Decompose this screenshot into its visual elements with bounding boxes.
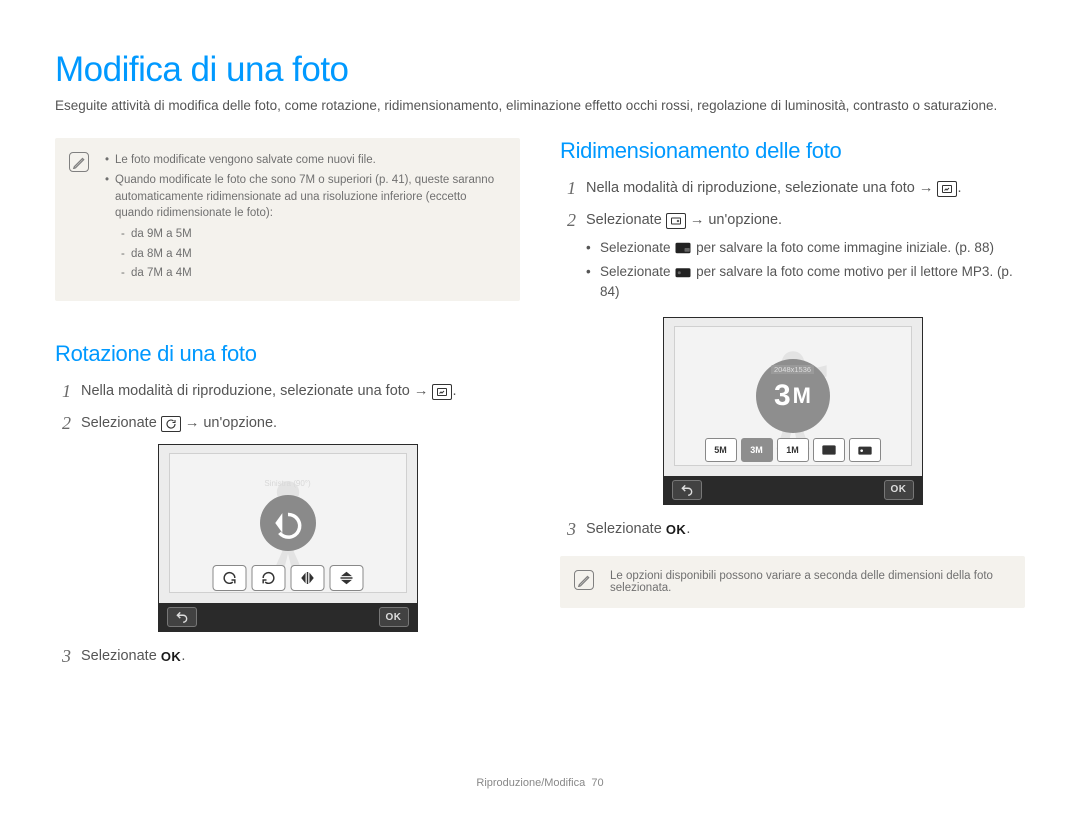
edit-icon bbox=[432, 384, 452, 400]
page-footer: Riproduzione/Modifica 70 bbox=[0, 777, 1080, 789]
note-item: Le foto modificate vengono salvate come … bbox=[105, 152, 504, 169]
flip-vertical-button[interactable] bbox=[329, 565, 363, 591]
step-number: 3 bbox=[55, 646, 71, 668]
ok-button[interactable]: OK bbox=[884, 480, 914, 500]
note-subitem: da 9M a 5M bbox=[115, 226, 504, 243]
rotate-preview-badge: Sinistra (90°) bbox=[260, 495, 316, 551]
startup-image-icon bbox=[674, 241, 692, 255]
rotate-icon bbox=[161, 416, 181, 432]
step-number: 3 bbox=[560, 519, 576, 541]
ok-icon: OK bbox=[161, 647, 182, 667]
resize-icon bbox=[666, 213, 686, 229]
intro-text: Eseguite attività di modifica delle foto… bbox=[55, 96, 1025, 116]
flip-horizontal-button[interactable] bbox=[290, 565, 324, 591]
edit-icon bbox=[937, 181, 957, 197]
sub-item: Selezionate per salvare la foto come imm… bbox=[586, 238, 1025, 258]
resize-option-1m[interactable]: 1M bbox=[777, 438, 809, 462]
resize-heading: Ridimensionamento delle foto bbox=[560, 138, 1025, 164]
resize-option-3m[interactable]: 3M bbox=[741, 438, 773, 462]
bottom-note-box: Le opzioni disponibili possono variare a… bbox=[560, 556, 1025, 608]
step-number: 1 bbox=[560, 178, 576, 200]
back-button[interactable] bbox=[167, 607, 197, 627]
rotate-heading: Rotazione di una foto bbox=[55, 341, 520, 367]
step-text: Selezionate OK. bbox=[81, 646, 520, 668]
rotate-right-button[interactable] bbox=[212, 565, 246, 591]
step-text: Nella modalità di riproduzione, selezion… bbox=[81, 381, 520, 403]
step-text: Selezionate OK. bbox=[586, 519, 1025, 541]
note-item: Quando modificate le foto che sono 7M o … bbox=[105, 172, 504, 282]
mp3-skin-icon bbox=[674, 265, 692, 279]
right-column: Ridimensionamento delle foto 1 Nella mod… bbox=[560, 138, 1025, 678]
step-text: Selezionate → un'opzione. Selezionate pe… bbox=[586, 210, 1025, 307]
step-number: 2 bbox=[560, 210, 576, 232]
step-text: Nella modalità di riproduzione, selezion… bbox=[586, 178, 1025, 200]
resize-option-startup[interactable] bbox=[813, 438, 845, 462]
note-subitem: da 8M a 4M bbox=[115, 246, 504, 263]
ok-icon: OK bbox=[666, 520, 687, 540]
note-text: Le opzioni disponibili possono variare a… bbox=[610, 570, 993, 594]
rotate-screen-mock: Sinistra (90°) OK bbox=[158, 444, 418, 632]
rotate-left-button[interactable] bbox=[251, 565, 285, 591]
left-column: Le foto modificate vengono salvate come … bbox=[55, 138, 520, 678]
note-icon bbox=[69, 152, 89, 172]
resize-preview-badge: 2048x1536 3M bbox=[756, 359, 830, 433]
step-number: 1 bbox=[55, 381, 71, 403]
note-subitem: da 7M a 4M bbox=[115, 265, 504, 282]
resize-screen-mock: 2048x1536 3M 5M 3M 1M OK bbox=[663, 317, 923, 505]
sub-item: Selezionate per salvare la foto come mot… bbox=[586, 262, 1025, 303]
page-title: Modifica di una foto bbox=[55, 50, 1025, 90]
ok-button[interactable]: OK bbox=[379, 607, 409, 627]
resize-option-mp3[interactable] bbox=[849, 438, 881, 462]
resize-option-5m[interactable]: 5M bbox=[705, 438, 737, 462]
note-icon bbox=[574, 570, 594, 590]
step-text: Selezionate → un'opzione. bbox=[81, 413, 520, 435]
back-button[interactable] bbox=[672, 480, 702, 500]
top-note-box: Le foto modificate vengono salvate come … bbox=[55, 138, 520, 301]
step-number: 2 bbox=[55, 413, 71, 435]
